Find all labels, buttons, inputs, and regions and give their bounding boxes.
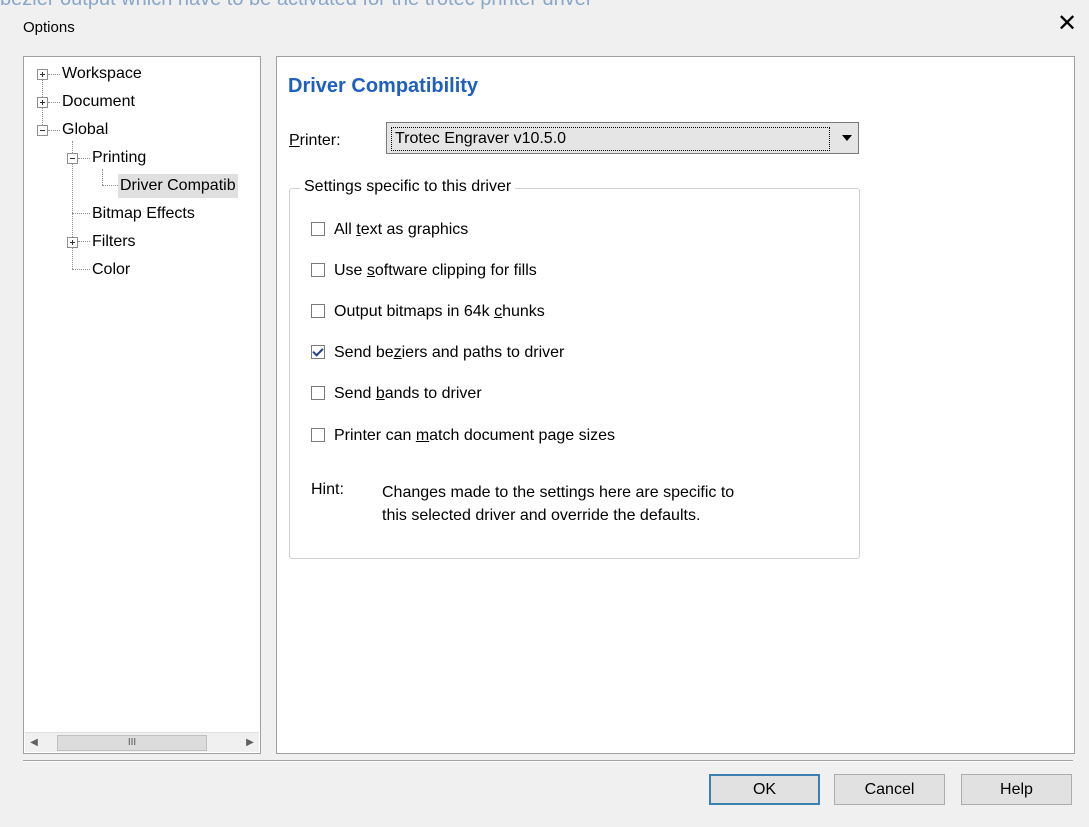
settings-panel: Driver Compatibility Printer: Trotec Eng… xyxy=(276,56,1075,754)
printer-select[interactable]: Trotec Engraver v10.5.0 xyxy=(386,122,859,154)
checkbox-label: Use software clipping for fills xyxy=(334,262,537,279)
expand-icon[interactable] xyxy=(37,97,48,108)
window-title: Options xyxy=(23,19,75,36)
printer-label-rest: rinter: xyxy=(299,132,341,149)
tree-line xyxy=(48,130,60,131)
printer-label: Printer: xyxy=(289,132,341,150)
page-title: Driver Compatibility xyxy=(288,75,479,97)
checkbox-box[interactable] xyxy=(311,345,325,359)
tree-line xyxy=(48,102,60,103)
checkbox-box[interactable] xyxy=(311,222,325,236)
tree-line xyxy=(72,213,90,214)
cancel-button[interactable]: Cancel xyxy=(834,774,945,805)
hint-label: Hint: xyxy=(311,481,344,498)
chevron-down-icon[interactable] xyxy=(842,135,852,141)
group-title: Settings specific to this driver xyxy=(300,178,516,196)
tree-horizontal-scrollbar[interactable]: ◀ III ▶ xyxy=(25,732,259,752)
collapse-icon[interactable] xyxy=(37,125,48,136)
scroll-thumb[interactable]: III xyxy=(57,735,207,751)
tree-item-label: Global xyxy=(62,121,109,138)
tree-line xyxy=(102,169,103,185)
checkbox-label: All text as graphics xyxy=(334,221,469,238)
title-bar: Options ✕ xyxy=(0,8,1089,42)
ok-button[interactable]: OK xyxy=(709,774,820,805)
checkbox-label: Printer can match document page sizes xyxy=(334,427,616,444)
scroll-right-icon[interactable]: ▶ xyxy=(241,733,259,752)
checkbox-box[interactable] xyxy=(311,304,325,318)
tree-line xyxy=(78,241,90,242)
checkbox-box[interactable] xyxy=(311,428,325,442)
tree-item-label: Driver Compatib xyxy=(118,174,238,198)
help-button[interactable]: Help xyxy=(961,774,1072,805)
checkbox-label: Send beziers and paths to driver xyxy=(334,344,565,361)
tree-line xyxy=(72,269,90,270)
hint-text-line: Changes made to the settings here are sp… xyxy=(382,484,735,501)
checkbox-box[interactable] xyxy=(311,386,325,400)
tree-item-label: Color xyxy=(92,261,131,278)
collapse-icon[interactable] xyxy=(67,153,78,164)
driver-settings-group: Settings specific to this driver All tex… xyxy=(289,178,860,559)
checkbox-label: Output bitmaps in 64k chunks xyxy=(334,303,545,320)
hint-text: Changes made to the settings here are sp… xyxy=(382,481,822,527)
expand-icon[interactable] xyxy=(37,69,48,80)
checkbox-label: Send bands to driver xyxy=(334,385,482,402)
options-tree[interactable]: Workspace Document Global Printing Drive… xyxy=(23,56,261,754)
tree-item-label: Workspace xyxy=(62,65,142,82)
hint-text-line: this selected driver and override the de… xyxy=(382,507,701,524)
close-icon[interactable]: ✕ xyxy=(1053,10,1081,38)
tree-item-label: Document xyxy=(62,93,135,110)
tree-item-label: Filters xyxy=(92,233,136,250)
printer-label-mnemonic: P xyxy=(289,132,300,149)
checkbox-box[interactable] xyxy=(311,263,325,277)
tree-line xyxy=(78,158,90,159)
tree-line xyxy=(102,185,118,186)
tree-item-label: Printing xyxy=(92,149,147,166)
printer-select-value: Trotec Engraver v10.5.0 xyxy=(391,127,830,151)
expand-icon[interactable] xyxy=(67,237,78,248)
tree-item-label: Bitmap Effects xyxy=(92,205,195,222)
scroll-left-icon[interactable]: ◀ xyxy=(25,733,43,752)
tree-line xyxy=(48,74,60,75)
divider xyxy=(23,760,1073,762)
